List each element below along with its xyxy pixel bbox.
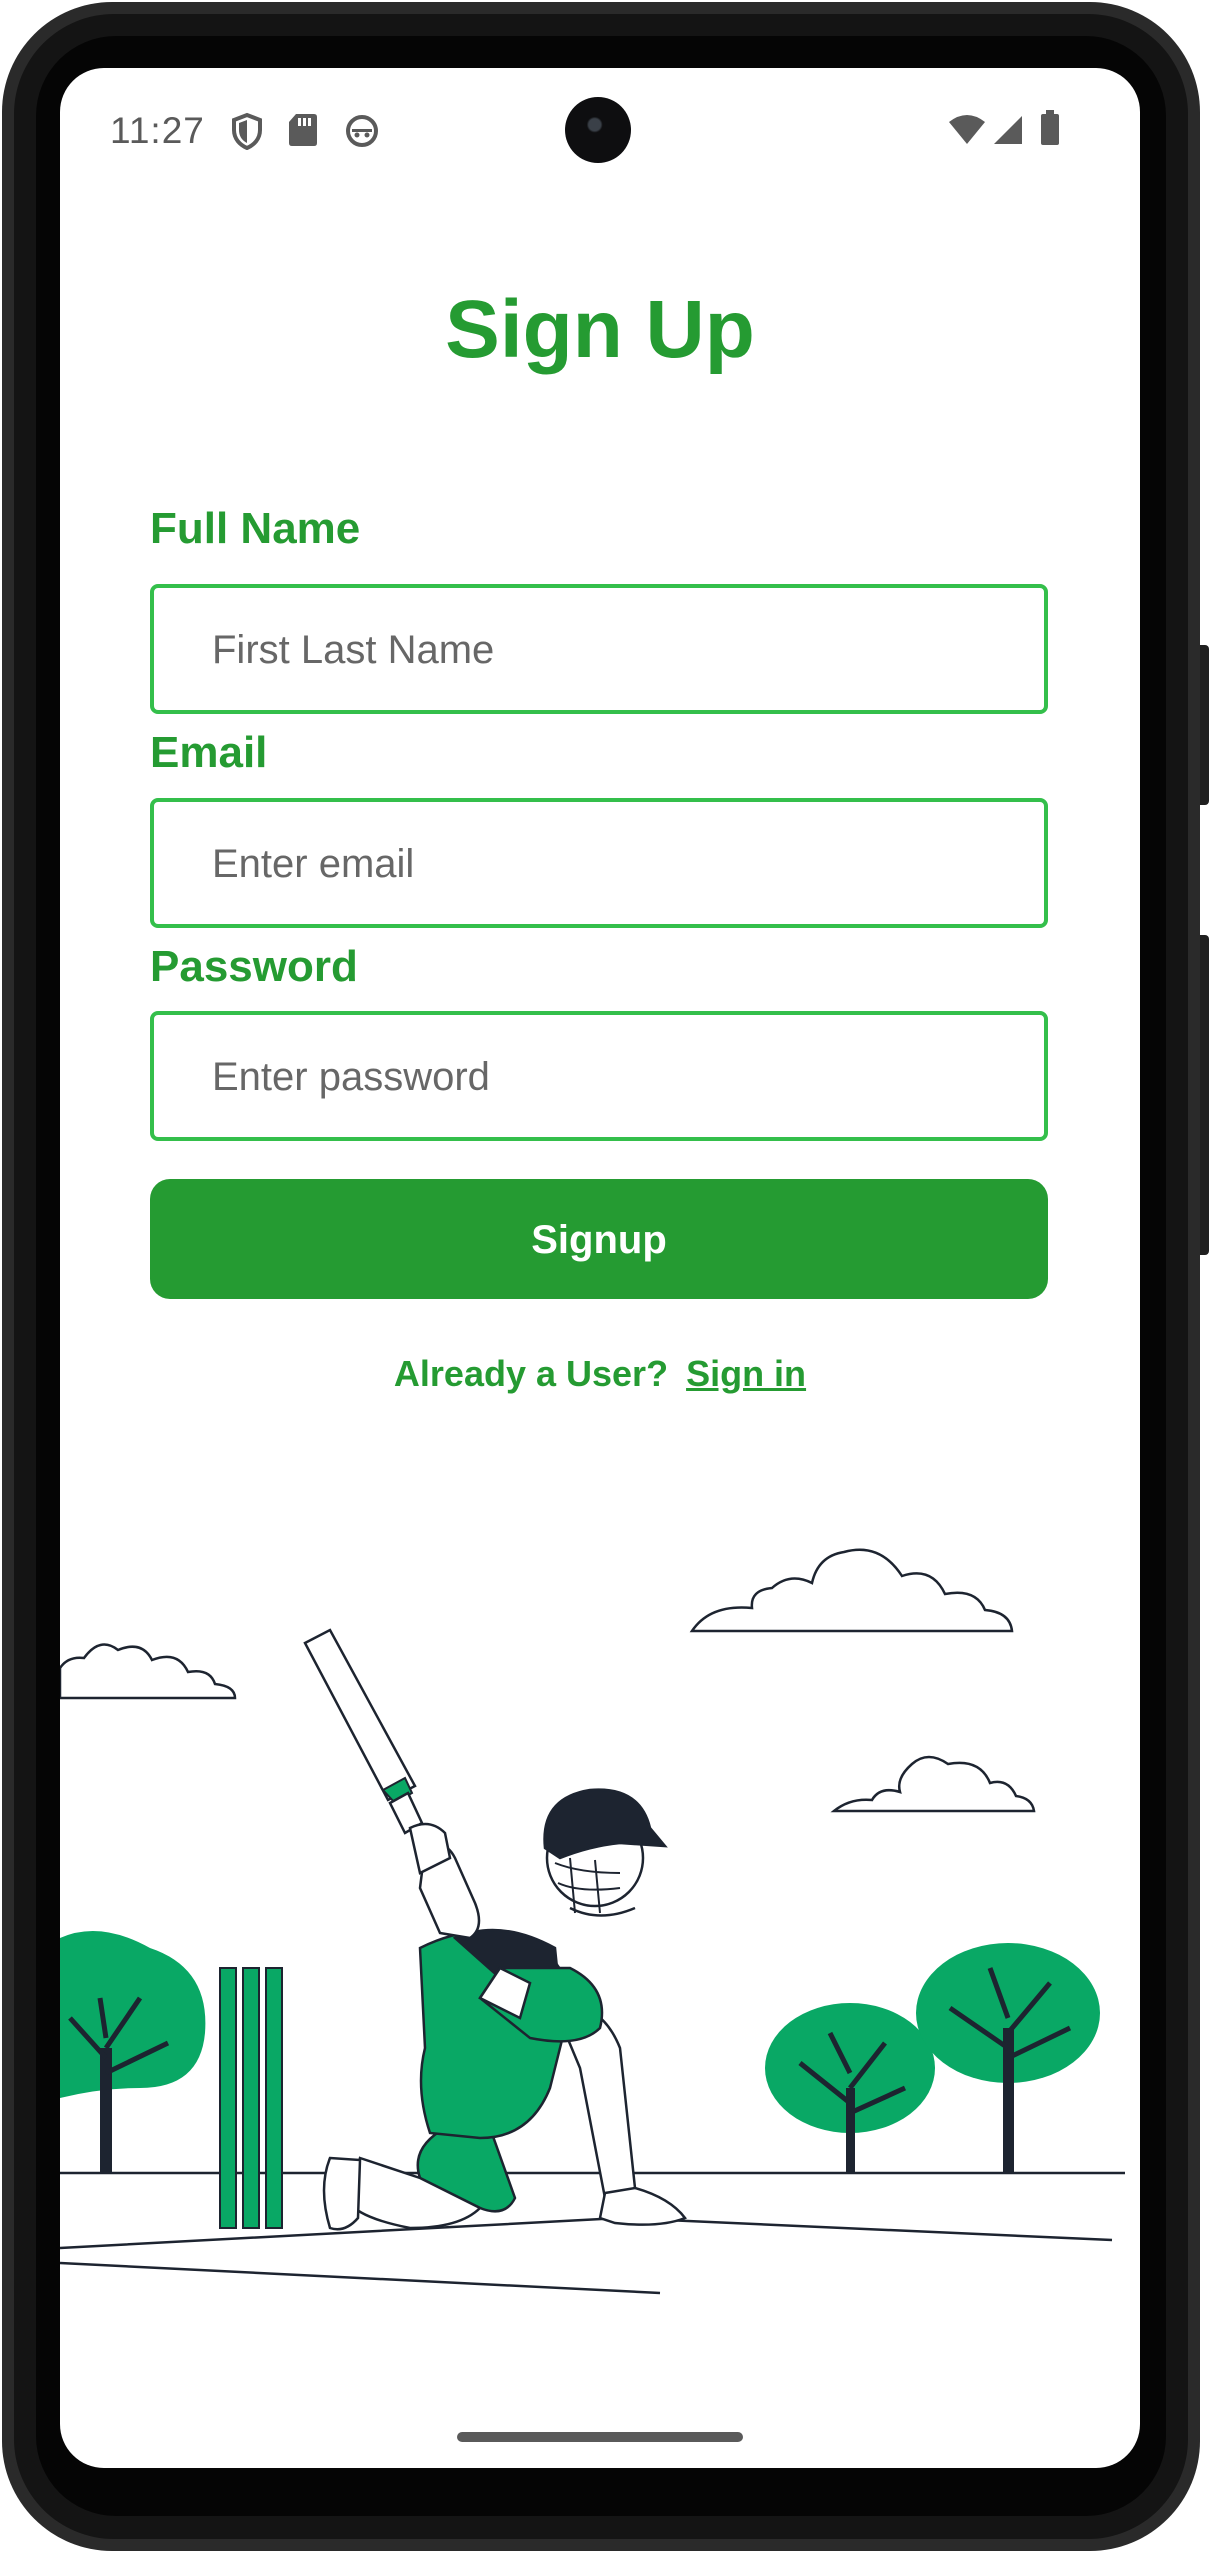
android-robot-icon bbox=[346, 115, 378, 147]
already-user-text: Already a User? bbox=[393, 1353, 669, 1394]
status-bar: 11:27 bbox=[60, 68, 1140, 198]
battery-icon bbox=[1041, 110, 1059, 145]
signup-button[interactable]: Signup bbox=[150, 1179, 1048, 1299]
full-name-input[interactable] bbox=[210, 588, 1014, 712]
batsman-figure bbox=[322, 1788, 687, 2231]
app-screen: 11:27 Sign Up Full Name First Last Name … bbox=[60, 68, 1140, 2468]
password-label: Password bbox=[150, 942, 358, 991]
page-title: Sign Up bbox=[445, 284, 755, 375]
password-field-box bbox=[150, 1011, 1048, 1141]
email-input[interactable] bbox=[210, 802, 1014, 926]
password-input[interactable] bbox=[210, 1015, 1014, 1139]
cricket-batsman-illustration bbox=[60, 1548, 1125, 2295]
cloud-icon bbox=[830, 1755, 1036, 1813]
signal-icon bbox=[994, 116, 1022, 144]
email-field-box bbox=[150, 798, 1048, 928]
power-button bbox=[1200, 645, 1209, 805]
tree-icon bbox=[916, 1943, 1100, 2173]
cricket-bat-icon bbox=[303, 1628, 424, 1835]
front-camera bbox=[565, 97, 631, 163]
cloud-icon bbox=[60, 1643, 237, 1700]
full-name-field-box bbox=[150, 584, 1048, 714]
sign-in-link[interactable]: Sign in bbox=[686, 1353, 806, 1394]
stumps-icon bbox=[219, 1967, 283, 2229]
tree-icon bbox=[765, 2003, 935, 2173]
cloud-icon bbox=[689, 1548, 1014, 1633]
volume-button bbox=[1200, 935, 1209, 1255]
home-indicator[interactable] bbox=[457, 2432, 743, 2442]
tree-icon bbox=[60, 1930, 206, 2173]
status-time: 11:27 bbox=[110, 110, 205, 151]
full-name-label: Full Name bbox=[150, 504, 361, 553]
wifi-icon bbox=[949, 115, 985, 144]
email-label: Email bbox=[150, 728, 268, 777]
sign-in-prompt: Already a User? Sign in bbox=[60, 1353, 1140, 1395]
sd-card-icon bbox=[289, 114, 317, 146]
shield-icon bbox=[232, 112, 262, 150]
